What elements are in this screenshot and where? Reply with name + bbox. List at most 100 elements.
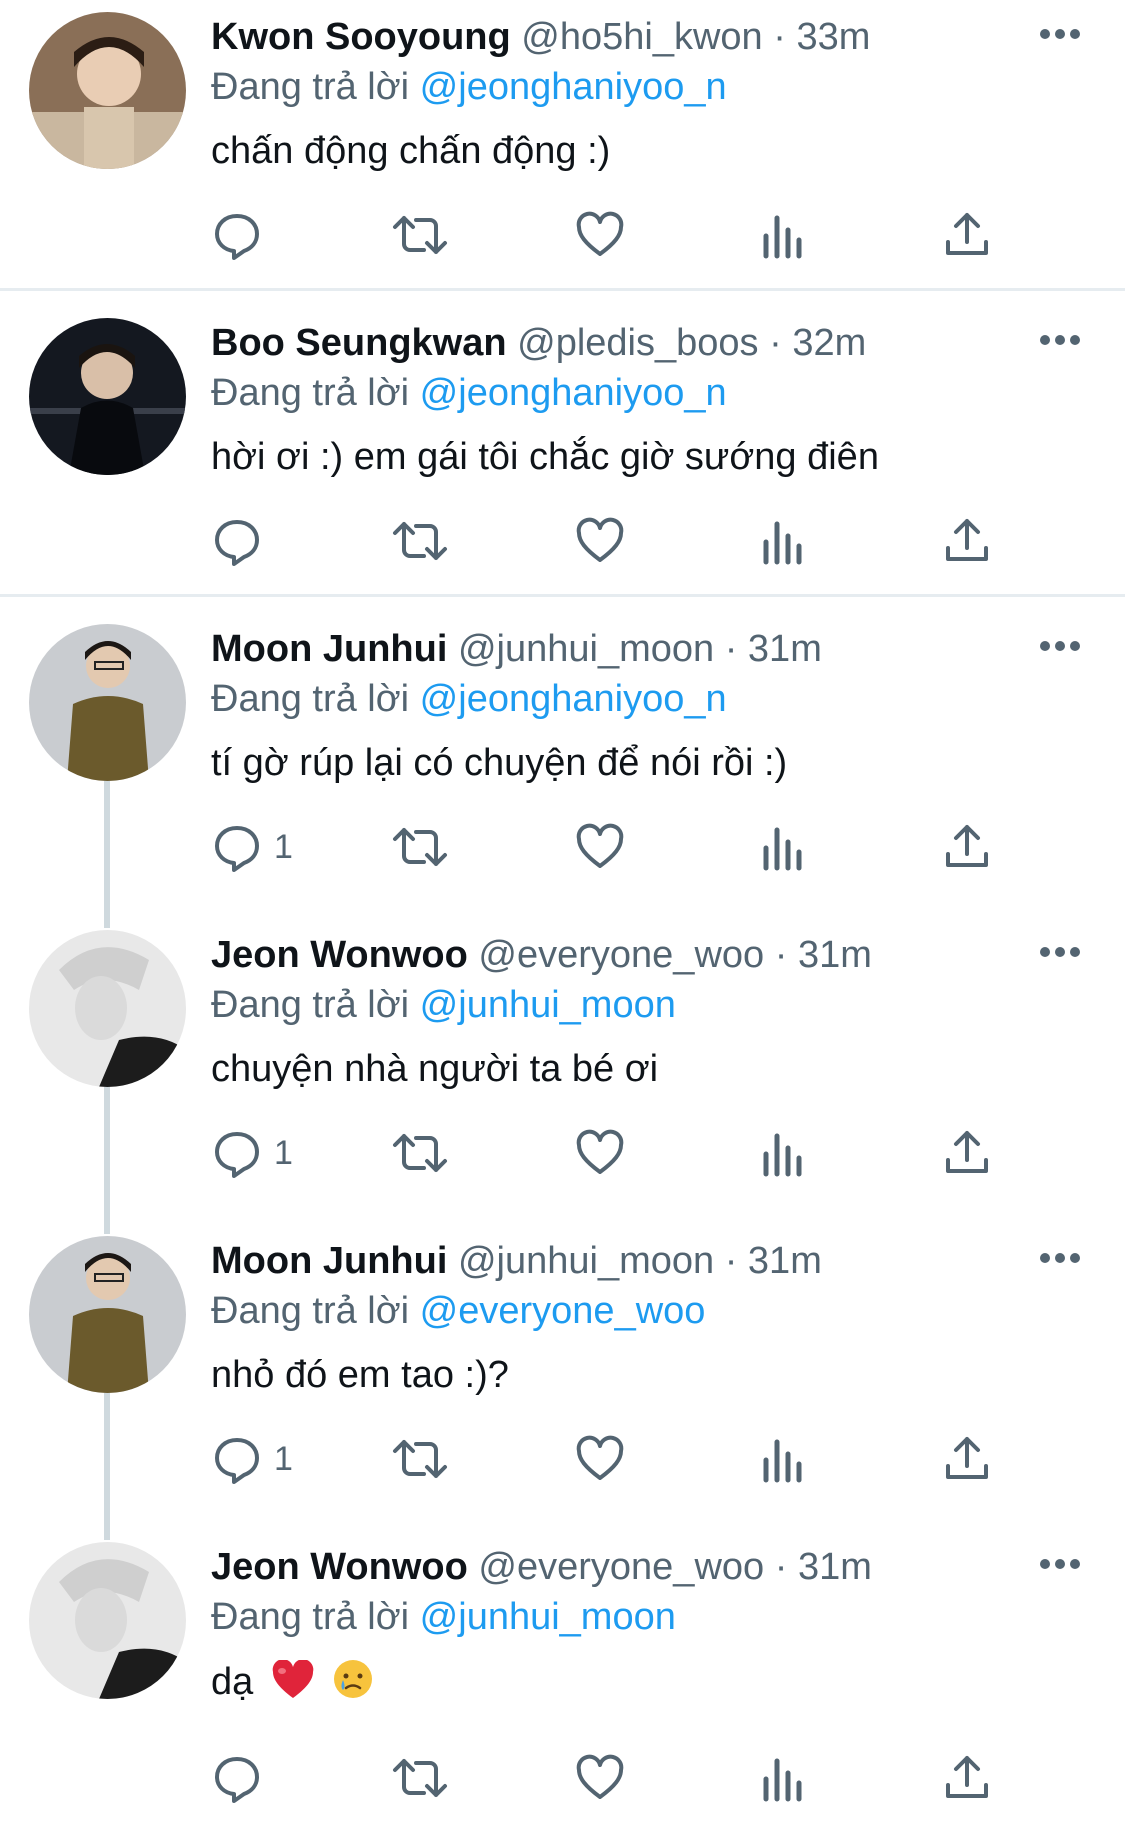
tweet-text: chấn động chấn động :) xyxy=(211,130,611,172)
reply-button[interactable] xyxy=(212,1748,274,1808)
share-button[interactable] xyxy=(942,1429,992,1489)
more-icon[interactable] xyxy=(1038,1552,1082,1576)
display-name[interactable]: Moon Junhui xyxy=(211,1240,447,1282)
retweet-button[interactable] xyxy=(392,1123,448,1183)
avatar[interactable] xyxy=(29,1542,186,1699)
share-button[interactable] xyxy=(942,1123,992,1183)
share-button[interactable] xyxy=(942,1748,992,1808)
timestamp[interactable]: 31m xyxy=(748,1240,822,1282)
reply-button[interactable] xyxy=(212,511,274,571)
views-icon xyxy=(763,521,802,565)
avatar[interactable] xyxy=(29,318,186,475)
share-icon xyxy=(946,1437,988,1479)
timestamp[interactable]: 31m xyxy=(748,628,822,670)
views-icon xyxy=(763,827,802,871)
separator-dot: · xyxy=(724,628,738,670)
retweet-icon xyxy=(393,1759,447,1797)
retweet-button[interactable] xyxy=(392,205,448,265)
like-button[interactable] xyxy=(575,205,625,265)
mention-link[interactable]: @jeonghaniyoo_n xyxy=(420,678,727,720)
tweet[interactable]: Moon Junhui @junhui_moon · 31m Đang trả … xyxy=(0,1224,1125,1514)
display-name[interactable]: Jeon Wonwoo xyxy=(211,1546,468,1588)
timestamp[interactable]: 33m xyxy=(796,16,870,58)
avatar[interactable] xyxy=(29,12,186,169)
tweet[interactable]: Jeon Wonwoo @everyone_woo · 31m Đang trả… xyxy=(0,1530,1125,1825)
retweet-icon xyxy=(393,1440,447,1478)
reply-button[interactable]: 1 xyxy=(212,1429,293,1489)
handle[interactable]: @junhui_moon xyxy=(458,628,714,670)
views-button[interactable] xyxy=(760,511,804,571)
separator-dot: · xyxy=(724,1240,738,1282)
avatar[interactable] xyxy=(29,1236,186,1393)
handle[interactable]: @everyone_woo xyxy=(478,1546,764,1588)
tweet-header: Boo Seungkwan @pledis_boos · 32m xyxy=(211,320,866,366)
reply-count: 1 xyxy=(274,1133,293,1172)
more-icon[interactable] xyxy=(1038,22,1082,46)
share-icon xyxy=(946,213,988,255)
handle[interactable]: @everyone_woo xyxy=(478,934,764,976)
more-icon[interactable] xyxy=(1038,634,1082,658)
replying-to: Đang trả lời @jeonghaniyoo_n xyxy=(211,676,727,722)
tweet[interactable]: Kwon Sooyoung @ho5hi_kwon · 33m Đang trả… xyxy=(0,0,1125,290)
replying-label: Đang trả lời xyxy=(211,1290,410,1332)
handle[interactable]: @junhui_moon xyxy=(458,1240,714,1282)
views-icon xyxy=(763,1439,802,1483)
avatar[interactable] xyxy=(29,930,186,1087)
replying-label: Đang trả lời xyxy=(211,678,410,720)
retweet-button[interactable] xyxy=(392,1429,448,1489)
timestamp[interactable]: 32m xyxy=(792,322,866,364)
replying-label: Đang trả lời xyxy=(211,372,410,414)
handle[interactable]: @pledis_boos xyxy=(517,322,758,364)
views-button[interactable] xyxy=(760,1123,804,1183)
display-name[interactable]: Jeon Wonwoo xyxy=(211,934,468,976)
like-button[interactable] xyxy=(575,1123,625,1183)
retweet-button[interactable] xyxy=(392,511,448,571)
handle[interactable]: @ho5hi_kwon xyxy=(521,16,762,58)
views-button[interactable] xyxy=(760,1429,804,1489)
mention-link[interactable]: @junhui_moon xyxy=(420,984,676,1026)
tweet[interactable]: Moon Junhui @junhui_moon · 31m Đang trả … xyxy=(0,612,1125,902)
tweet[interactable]: Boo Seungkwan @pledis_boos · 32m Đang tr… xyxy=(0,306,1125,596)
share-icon xyxy=(946,1756,988,1798)
more-icon[interactable] xyxy=(1038,328,1082,352)
like-button[interactable] xyxy=(575,1429,625,1489)
like-button[interactable] xyxy=(575,817,625,877)
timestamp[interactable]: 31m xyxy=(798,934,872,976)
like-icon xyxy=(576,1435,624,1480)
avatar[interactable] xyxy=(29,624,186,781)
like-icon xyxy=(576,1754,624,1799)
reply-button[interactable]: 1 xyxy=(212,817,293,877)
mention-link[interactable]: @jeonghaniyoo_n xyxy=(420,372,727,414)
display-name[interactable]: Moon Junhui xyxy=(211,628,447,670)
views-button[interactable] xyxy=(760,205,804,265)
reply-icon xyxy=(215,826,259,872)
more-icon[interactable] xyxy=(1038,940,1082,964)
action-bar: 1 xyxy=(0,1123,1125,1187)
retweet-button[interactable] xyxy=(392,817,448,877)
like-icon xyxy=(576,211,624,256)
views-button[interactable] xyxy=(760,1748,804,1808)
timestamp[interactable]: 31m xyxy=(798,1546,872,1588)
share-button[interactable] xyxy=(942,205,992,265)
crying-face-emoji xyxy=(332,1658,374,1711)
like-icon xyxy=(576,1129,624,1174)
share-button[interactable] xyxy=(942,817,992,877)
action-bar xyxy=(0,511,1125,575)
like-button[interactable] xyxy=(575,1748,625,1808)
reply-button[interactable]: 1 xyxy=(212,1123,293,1183)
more-icon[interactable] xyxy=(1038,1246,1082,1270)
share-button[interactable] xyxy=(942,511,992,571)
mention-link[interactable]: @jeonghaniyoo_n xyxy=(420,66,727,108)
mention-link[interactable]: @everyone_woo xyxy=(420,1290,706,1332)
views-button[interactable] xyxy=(760,817,804,877)
retweet-button[interactable] xyxy=(392,1748,448,1808)
like-icon xyxy=(576,823,624,868)
tweet[interactable]: Jeon Wonwoo @everyone_woo · 31m Đang trả… xyxy=(0,918,1125,1208)
display-name[interactable]: Boo Seungkwan xyxy=(211,322,507,364)
retweet-icon xyxy=(393,216,447,254)
mention-link[interactable]: @junhui_moon xyxy=(420,1596,676,1638)
display-name[interactable]: Kwon Sooyoung xyxy=(211,16,511,58)
reply-button[interactable] xyxy=(212,205,274,265)
like-button[interactable] xyxy=(575,511,625,571)
retweet-icon xyxy=(393,828,447,866)
